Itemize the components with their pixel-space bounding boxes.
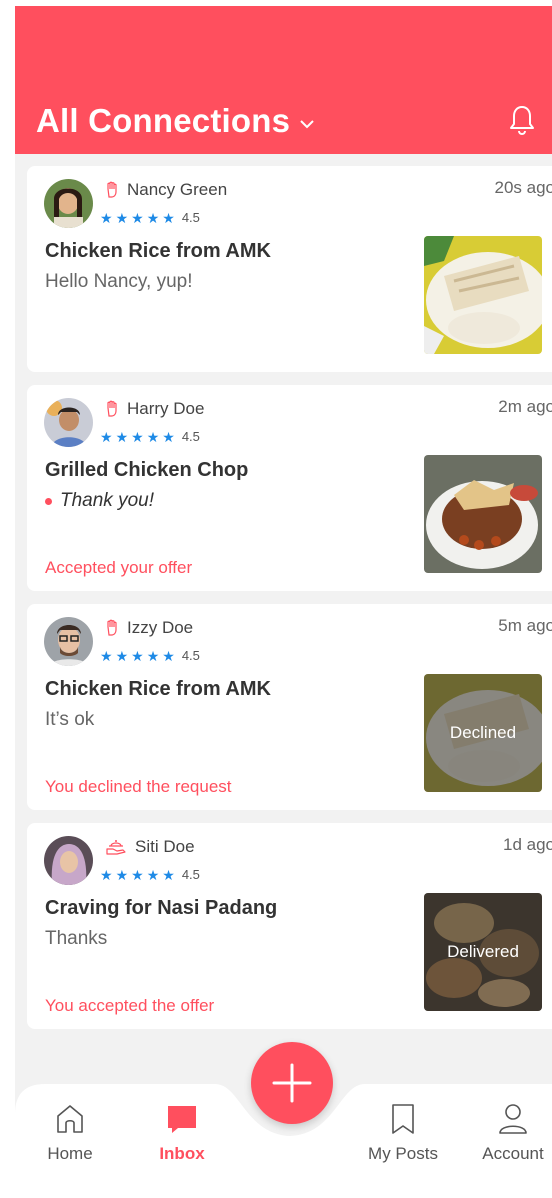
food-image [424, 455, 542, 573]
nav-account-label: Account [482, 1144, 544, 1163]
unread-dot [45, 497, 52, 505]
app-screen: All Connections Nancy Green ★ ★ ★ ★ ★ 4.5 20… [15, 6, 552, 1198]
star-icon: ★ [100, 866, 113, 883]
star-icon: ★ [146, 209, 160, 226]
rating-stars: ★ ★ ★ ★ ★ 4.5 [100, 867, 200, 882]
avatar [44, 398, 93, 447]
add-post-button[interactable] [251, 1042, 333, 1124]
chat-icon [168, 1106, 196, 1133]
star-icon: ★ [146, 647, 160, 664]
last-message: Thanks [45, 928, 108, 949]
user-row: Izzy Doe [105, 618, 193, 638]
conversation-card[interactable]: Nancy Green ★ ★ ★ ★ ★ 4.5 20s ago Chicken Ri… [27, 166, 552, 372]
star-icon: ★ [115, 209, 129, 226]
post-title: Craving for Nasi Padang [45, 897, 278, 919]
rating-stars: ★ ★ ★ ★ ★ 4.5 [100, 648, 200, 663]
timestamp: 1d ago [503, 835, 552, 854]
hand-icon [107, 181, 117, 198]
star-icon: ★ [146, 428, 160, 445]
star-icon: ★ [131, 428, 144, 445]
rating-value: 4.5 [181, 867, 200, 882]
user-icon [499, 1104, 527, 1134]
status-text: Accepted your offer [45, 558, 193, 577]
connections-dropdown[interactable]: All Connections [36, 102, 314, 140]
avatar [44, 179, 93, 228]
image-status-overlay: Declined [424, 674, 542, 792]
hand-icon [107, 400, 117, 417]
star-icon: ★ [115, 647, 129, 664]
bookmark-icon [392, 1104, 414, 1134]
avatar [44, 836, 93, 885]
nav-my-posts-label: My Posts [368, 1144, 438, 1163]
user-row: Nancy Green [105, 180, 227, 200]
user-row: Siti Doe [105, 837, 195, 857]
post-title: Chicken Rice from AMK [45, 240, 271, 262]
hand-icon [107, 619, 117, 636]
star-icon: ★ [100, 647, 113, 664]
image-status-overlay: Delivered [424, 893, 542, 1011]
page-margin [0, 0, 15, 1198]
star-icon: ★ [115, 428, 129, 445]
half-star-icon: ★ [162, 647, 175, 664]
rating-value: 4.5 [181, 210, 200, 225]
star-icon: ★ [100, 209, 113, 226]
plus-icon [272, 1063, 312, 1103]
app-header: All Connections [15, 6, 552, 154]
post-title: Chicken Rice from AMK [45, 678, 271, 700]
rating-stars: ★ ★ ★ ★ ★ 4.5 [100, 210, 200, 225]
user-name: Siti Doe [135, 837, 195, 856]
star-icon: ★ [115, 866, 129, 883]
message-text: Thank you! [60, 490, 154, 511]
half-star-icon: ★ [162, 866, 175, 883]
star-icon: ★ [100, 428, 113, 445]
user-row: Harry Doe [105, 399, 204, 419]
serving-hand-icon [106, 840, 126, 855]
half-star-icon: ★ [162, 428, 175, 445]
conversation-card[interactable]: Siti Doe ★ ★ ★ ★ ★ 4.5 1d ago Craving for Na… [27, 823, 552, 1029]
last-message: Hello Nancy, yup! [45, 271, 193, 292]
bell-icon[interactable] [508, 104, 536, 136]
rating-value: 4.5 [181, 429, 200, 444]
post-title: Grilled Chicken Chop [45, 459, 249, 481]
food-image: Delivered [424, 893, 542, 1011]
timestamp: 20s ago [494, 178, 552, 197]
nav-home[interactable]: Home [25, 1102, 115, 1164]
user-name: Nancy Green [127, 180, 228, 199]
last-message: It’s ok [45, 709, 95, 730]
nav-inbox-label: Inbox [159, 1144, 205, 1163]
user-name: Izzy Doe [127, 618, 194, 637]
star-icon: ★ [131, 647, 144, 664]
status-text: You accepted the offer [45, 996, 215, 1015]
rating-value: 4.5 [181, 648, 200, 663]
avatar [44, 617, 93, 666]
food-image [424, 236, 542, 354]
timestamp: 5m ago [498, 616, 552, 635]
status-text: You declined the request [45, 777, 232, 796]
timestamp: 2m ago [498, 397, 552, 416]
nav-home-label: Home [47, 1144, 93, 1163]
half-star-icon: ★ [162, 209, 175, 226]
last-message: Thank you! [45, 490, 154, 512]
conversation-card[interactable]: Izzy Doe ★ ★ ★ ★ ★ 4.5 5m ago Chicken Rice f… [27, 604, 552, 810]
star-icon: ★ [131, 209, 144, 226]
star-icon: ★ [131, 866, 144, 883]
rating-stars: ★ ★ ★ ★ ★ 4.5 [100, 429, 200, 444]
user-name: Harry Doe [127, 399, 205, 418]
chevron-down-icon [300, 120, 314, 129]
nav-account[interactable]: Account [468, 1102, 552, 1164]
conversation-card[interactable]: Harry Doe ★ ★ ★ ★ ★ 4.5 2m ago Grilled Chick… [27, 385, 552, 591]
nav-my-posts[interactable]: My Posts [358, 1102, 448, 1164]
star-icon: ★ [146, 866, 160, 883]
page-title: All Connections [36, 102, 291, 139]
nav-inbox[interactable]: Inbox [137, 1102, 227, 1164]
home-icon [57, 1105, 83, 1133]
food-image: Declined [424, 674, 542, 792]
